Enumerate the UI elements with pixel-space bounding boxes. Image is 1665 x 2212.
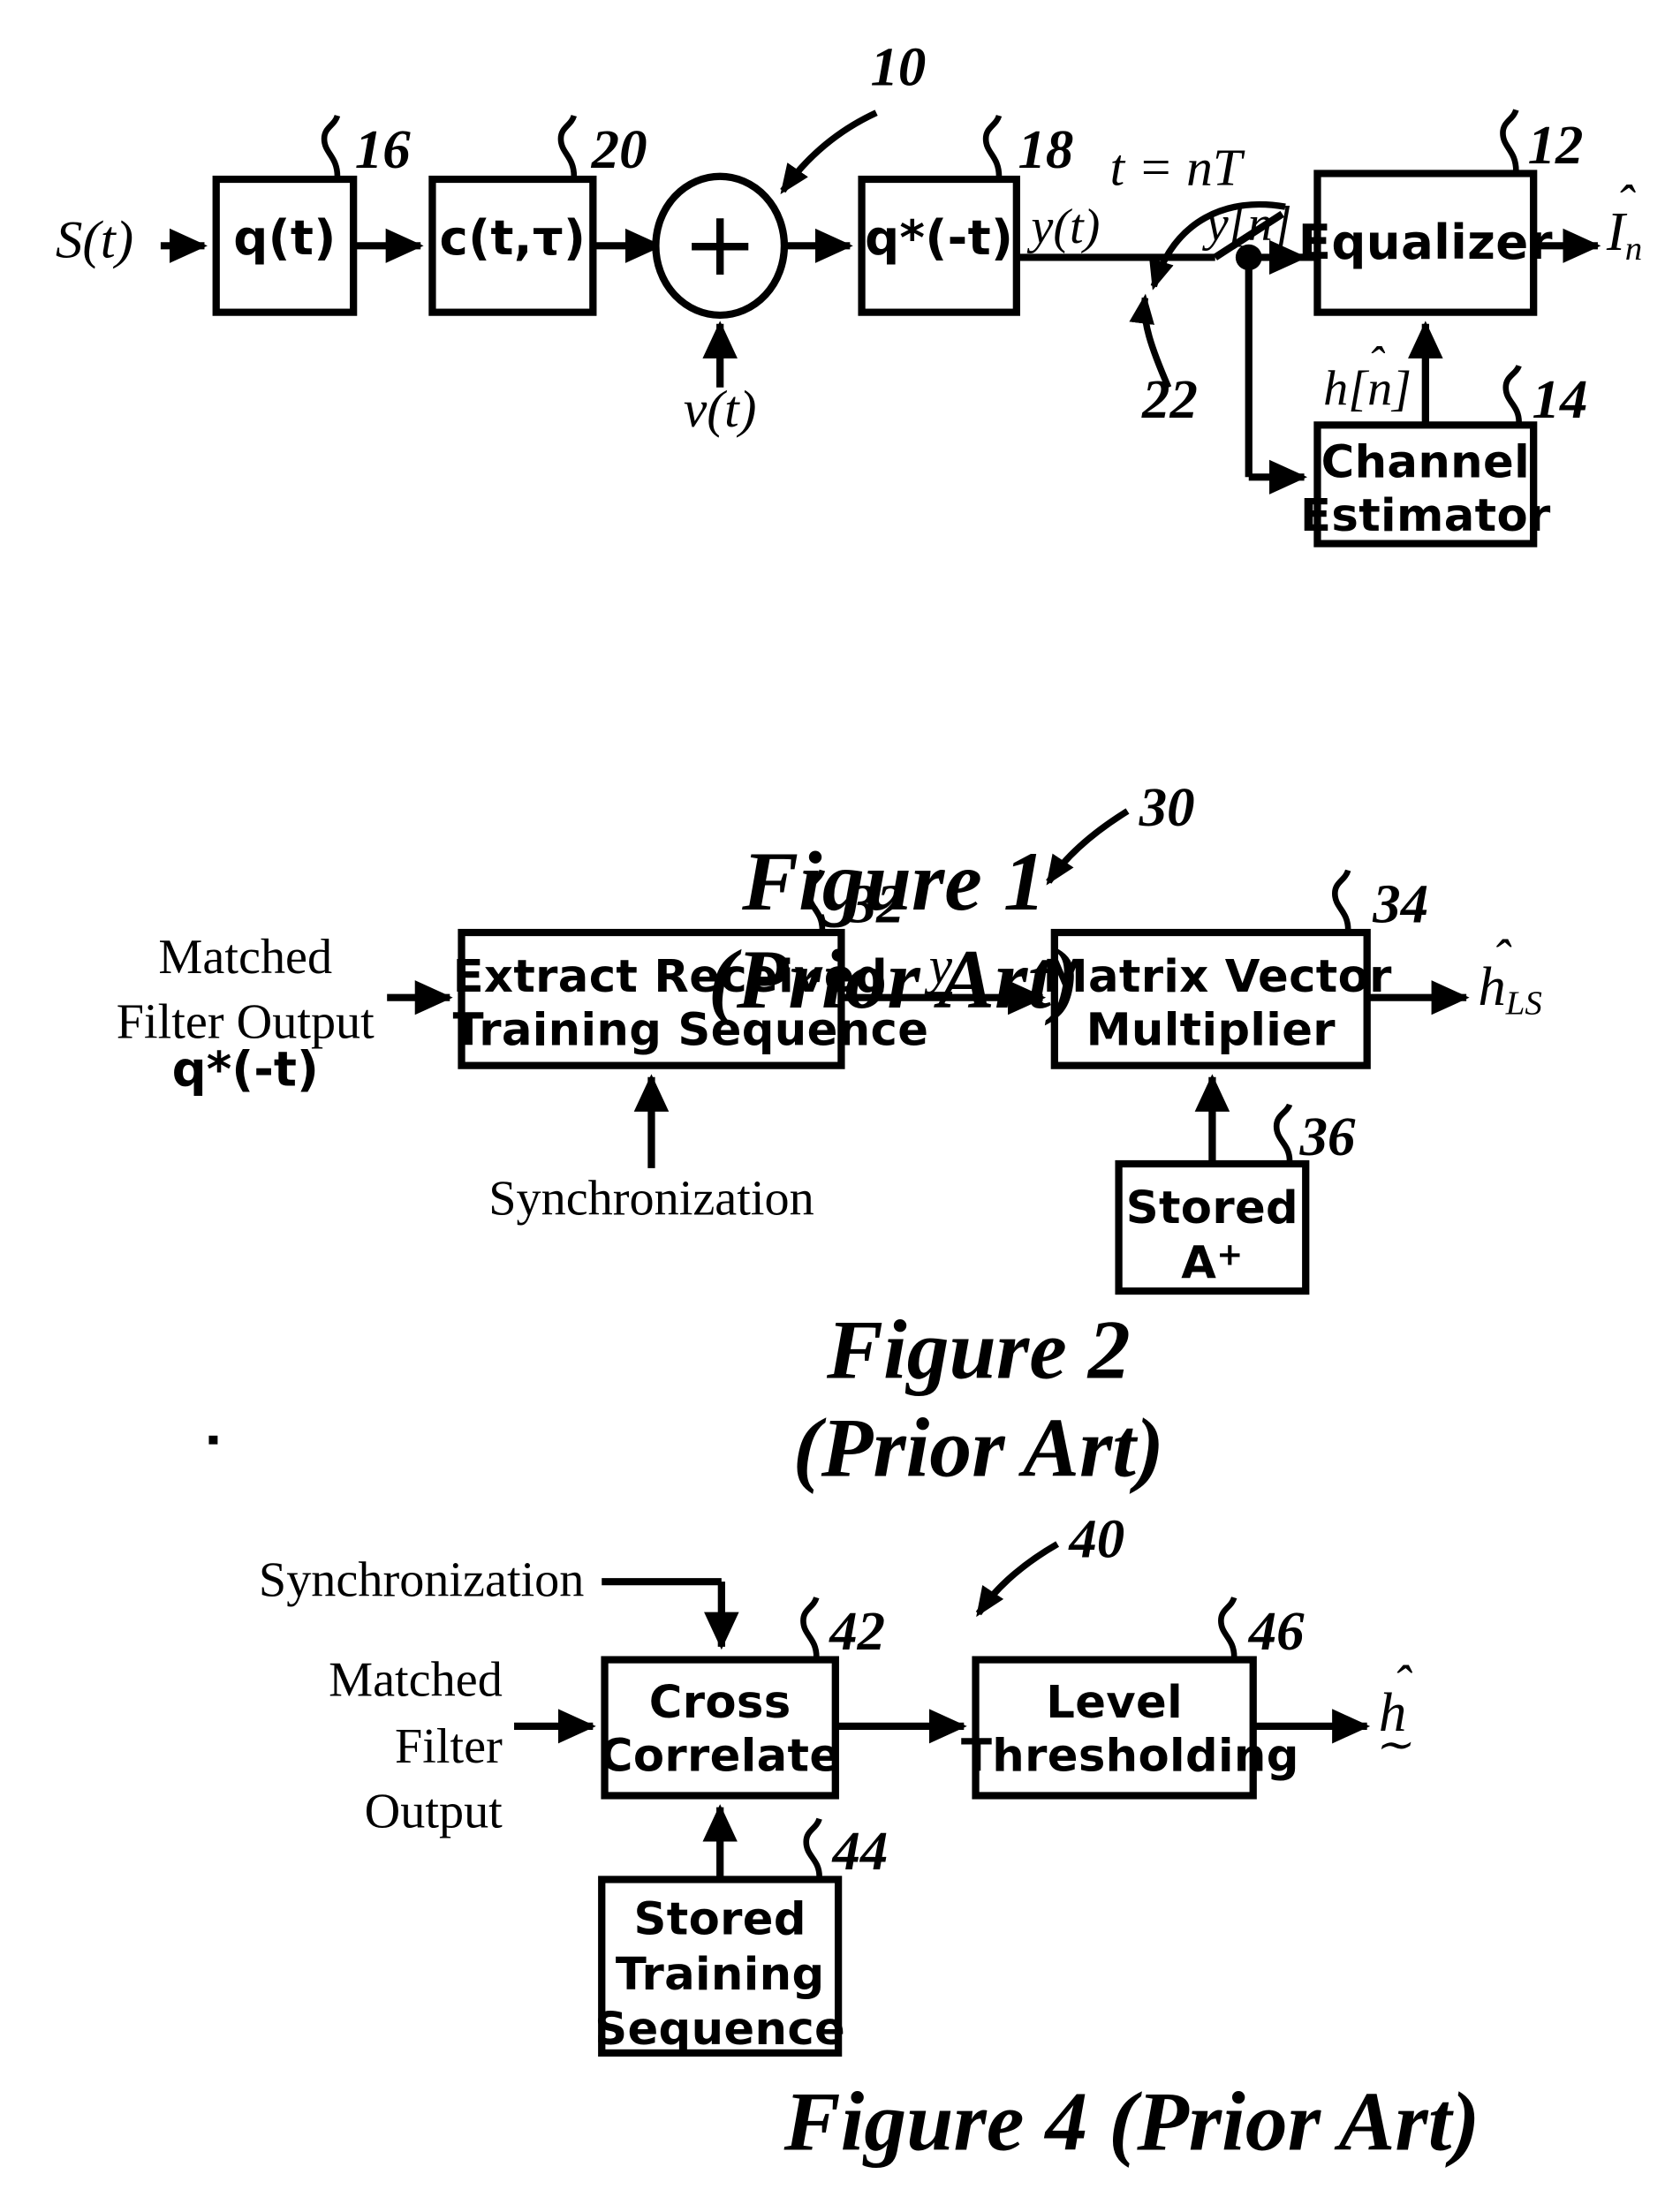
ref-36: 36	[1299, 1107, 1356, 1168]
block-equalizer: Equalizer	[1298, 214, 1553, 271]
figure1-output-label: ̂ I	[1606, 202, 1625, 263]
figure4-sync-label: Synchronization	[258, 1554, 585, 1608]
figure1-input-label: S(t)	[55, 211, 134, 271]
figure2-output-subscript: LS	[1505, 985, 1542, 1023]
block-level-thresholding-line1: Level	[1046, 1677, 1184, 1730]
figure1-system-ref: 10	[870, 37, 927, 99]
figure2-caption-line2: (Prior Art)	[792, 1400, 1164, 1495]
block-channel-estimator-line2: Estimator	[1300, 489, 1551, 542]
block-stored-training-line1: Stored	[633, 1893, 806, 1946]
block-matched-filter: q*(-t)	[865, 209, 1014, 267]
ref-14: 14	[1532, 370, 1588, 431]
figure4-output-underaccent: ∼ ̂ h	[1374, 1682, 1411, 1767]
figure4-caption: Figure 4 (Prior Art)	[783, 2074, 1480, 2169]
ref-32: 32	[848, 874, 904, 936]
block-channel: c(t,τ)	[439, 209, 587, 267]
signal-yt-label: y(t)	[1031, 200, 1101, 255]
block-level-thresholding-line2: Thresholding	[961, 1731, 1299, 1784]
figure2-input-line3: q*(-t)	[171, 1040, 319, 1098]
figure4-lead-arrow	[975, 1541, 1060, 1618]
figure2-caption-line1: Figure 2	[826, 1302, 1131, 1397]
figure4-input-line1: Matched	[329, 1654, 503, 1708]
figure4-system-ref: 40	[1069, 1509, 1125, 1571]
ref-18: 18	[1018, 119, 1074, 181]
block-extract-training-line1: Extract Received	[452, 951, 888, 1004]
block-pulse-shaper: q(t)	[233, 209, 337, 267]
block-extract-training-line2: Training Sequence	[452, 1005, 929, 1058]
sampling-instant-label: t = nT	[1109, 139, 1243, 197]
ref-42: 42	[829, 1602, 886, 1663]
block-cross-correlate-line2: Correlate	[599, 1731, 841, 1784]
block-cross-correlate-line1: Cross	[648, 1677, 791, 1730]
ref-16: 16	[354, 119, 411, 181]
ref-44: 44	[832, 1821, 889, 1883]
noise-label: ν(t)	[683, 380, 757, 439]
figure4-output-label: ̂ h	[1378, 1682, 1407, 1744]
figure2-sync-label: Synchronization	[488, 1172, 814, 1227]
block-matrix-vector-line2: Multiplier	[1086, 1005, 1336, 1058]
estimate-hn-label: ̂ h[n]	[1323, 362, 1412, 417]
figure2-input-line1: Matched	[158, 931, 333, 985]
scan-speck	[208, 1435, 218, 1445]
figure2-system-ref: 30	[1139, 777, 1195, 839]
figure4-input-line3: Output	[364, 1785, 503, 1839]
block-stored-a-superscript: +	[1216, 1237, 1244, 1274]
ref-46: 46	[1248, 1602, 1305, 1663]
ref-22: 22	[1142, 370, 1198, 431]
summer-symbol: +	[682, 191, 759, 297]
block-stored-a-line2: A+	[1181, 1237, 1244, 1290]
figure1-output-subscript: n	[1624, 230, 1643, 268]
drawing-sheet: 10 S(t) 16 q(t) 20 c(t,τ) + ν(t) 18 q*(-…	[0, 0, 1665, 2212]
ref-12: 12	[1527, 115, 1584, 177]
block-channel-estimator-line1: Channel	[1321, 436, 1530, 489]
figure2-mid-signal-label: y	[928, 936, 953, 997]
figure2-output-label: ̂ h	[1478, 956, 1506, 1018]
ref-20: 20	[591, 119, 647, 181]
ref-34: 34	[1373, 874, 1429, 936]
block-matrix-vector-line1: Matrix Vector	[1042, 951, 1392, 1004]
block-stored-training-line2: Training	[615, 1948, 825, 2001]
block-stored-training-line3: Sequence	[594, 2003, 846, 2056]
block-stored-a-line1: Stored	[1125, 1182, 1299, 1235]
figure4-input-line2: Filter	[394, 1719, 503, 1774]
